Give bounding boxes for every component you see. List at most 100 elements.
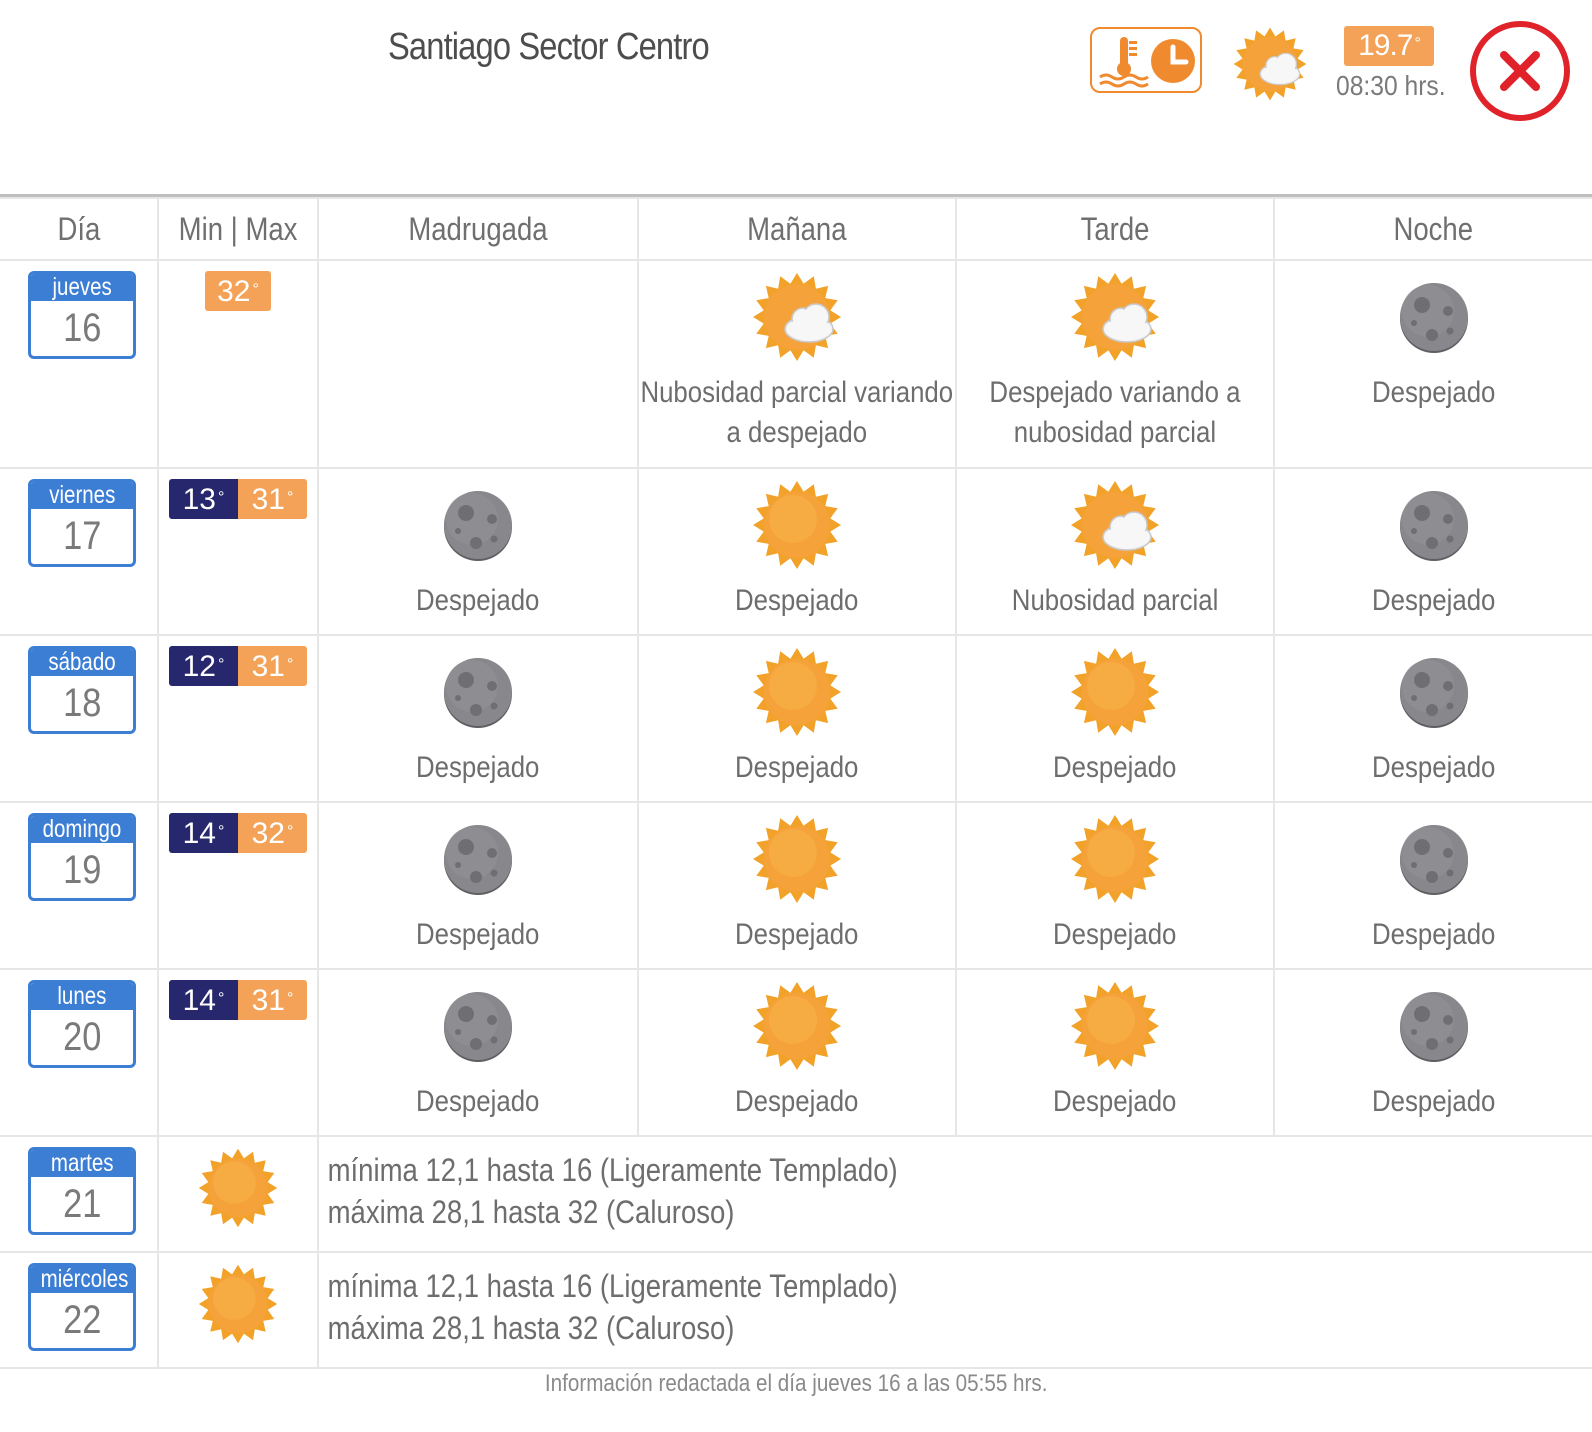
sun-icon	[751, 813, 843, 905]
min-max-temps: 14 ° 32 °	[169, 813, 307, 853]
calendar-day-number: 17	[62, 514, 102, 558]
column-header-dia: Día	[0, 197, 159, 261]
condition-text: Despejado	[735, 918, 859, 951]
moon-icon	[432, 479, 524, 571]
calendar-weekday: sábado	[31, 649, 133, 676]
calendar-day-number: 20	[62, 1015, 102, 1059]
minmax-cell: 14 ° 32 °	[157, 801, 319, 970]
range-text: máxima 28,1 hasta 32 (Caluroso)	[327, 1310, 735, 1346]
calendar-badge: sábado 18	[28, 646, 136, 734]
max-temp: 31 °	[238, 980, 307, 1020]
calendar-badge: domingo 19	[28, 813, 136, 901]
period-cell-madrugada: Despejado	[317, 634, 639, 803]
temperature-history-button[interactable]	[1090, 27, 1202, 93]
sun-icon	[1069, 813, 1161, 905]
condition-text: Despejado	[735, 1085, 859, 1118]
forecast-row: domingo 19 14 ° 32 ° Despejado Despejado Despeja…	[0, 801, 1592, 970]
close-icon	[1500, 51, 1540, 91]
period-cell-manana: Despejado	[637, 801, 957, 970]
condition-text: Despejado	[416, 918, 540, 951]
calendar-weekday: miércoles	[31, 1266, 133, 1293]
period-cell-madrugada: Despejado	[317, 801, 639, 970]
period-cell-tarde: Despejado	[955, 968, 1275, 1137]
day-cell: sábado 18	[0, 634, 159, 803]
condition-text: Despejado	[1053, 751, 1177, 784]
partly-cloudy-icon	[1069, 479, 1161, 571]
footer-note: Información redactada el día jueves 16 a…	[544, 1370, 1048, 1397]
period-cell-tarde: Despejado	[955, 634, 1275, 803]
partly-cloudy-icon	[751, 271, 843, 363]
condition-text: Despejado	[1371, 584, 1496, 617]
max-temp: 31 °	[238, 646, 307, 686]
moon-icon	[1388, 813, 1480, 905]
moon-icon	[432, 646, 524, 738]
minmax-cell: 12 ° 31 °	[157, 634, 319, 803]
period-cell-tarde: Despejado	[955, 801, 1275, 970]
day-cell: miércoles 22	[0, 1251, 159, 1369]
condition-text: Nubosidad parcial	[1011, 584, 1219, 617]
period-cell-manana: Despejado	[637, 634, 957, 803]
min-max-temps: 32 °	[169, 271, 307, 311]
sun-icon	[1069, 646, 1161, 738]
moon-icon	[1388, 479, 1480, 571]
condition-text: Despejado variando a nubosidad parcial	[989, 376, 1241, 449]
day-cell: viernes 17	[0, 467, 159, 636]
range-text: mínima 12,1 hasta 16 (Ligeramente Templa…	[327, 1152, 898, 1188]
column-header-manana: Mañana	[637, 197, 957, 261]
sun-icon	[1069, 980, 1161, 1072]
partly-cloudy-icon	[1069, 271, 1161, 363]
period-cell-noche: Despejado	[1273, 467, 1592, 636]
day-cell: jueves 16	[0, 259, 159, 469]
moon-icon	[1388, 271, 1480, 363]
forecast-row: sábado 18 12 ° 31 ° Despejado Despejado Despejad…	[0, 634, 1592, 803]
calendar-day-number: 21	[62, 1182, 102, 1226]
period-cell-noche: Despejado	[1273, 968, 1592, 1137]
period-cell-tarde: Nubosidad parcial	[955, 467, 1275, 636]
moon-icon	[432, 980, 524, 1072]
day-cell: lunes 20	[0, 968, 159, 1137]
condition-text: Despejado	[1053, 918, 1177, 951]
sun-icon	[751, 479, 843, 571]
temperature-range-cell: mínima 12,1 hasta 16 (Ligeramente Templa…	[317, 1135, 1592, 1253]
calendar-weekday: martes	[31, 1150, 133, 1177]
calendar-weekday: lunes	[31, 983, 133, 1010]
period-cell-madrugada	[317, 259, 639, 469]
minmax-cell: 14 ° 31 °	[157, 968, 319, 1137]
moon-icon	[1388, 646, 1480, 738]
max-temp: 32 °	[238, 813, 307, 853]
calendar-badge: martes 21	[28, 1147, 136, 1235]
range-text: máxima 28,1 hasta 32 (Caluroso)	[327, 1194, 735, 1230]
current-time: 08:30 hrs.	[1336, 70, 1446, 101]
condition-text: Despejado	[416, 1085, 540, 1118]
range-text: mínima 12,1 hasta 16 (Ligeramente Templa…	[327, 1268, 898, 1304]
min-temp: 14 °	[169, 813, 238, 853]
current-weather-icon	[1232, 26, 1308, 107]
forecast-table: Día Min | Max Madrugada Mañana Tarde Noc…	[0, 197, 1592, 1369]
close-button[interactable]	[1470, 21, 1570, 121]
day-cell: domingo 19	[0, 801, 159, 970]
calendar-day-number: 19	[62, 848, 102, 892]
period-cell-manana: Despejado	[637, 467, 957, 636]
calendar-badge: viernes 17	[28, 479, 136, 567]
forecast-row: viernes 17 13 ° 31 ° Despejado Despejado Nubosid…	[0, 467, 1592, 636]
period-cell-noche: Despejado	[1273, 634, 1592, 803]
calendar-badge: miércoles 22	[28, 1263, 136, 1351]
minmax-cell: 13 ° 31 °	[157, 467, 319, 636]
moon-icon	[432, 813, 524, 905]
icon-cell	[157, 1135, 319, 1253]
calendar-weekday: domingo	[31, 816, 133, 843]
temperature-range-cell: mínima 12,1 hasta 16 (Ligeramente Templa…	[317, 1251, 1592, 1369]
min-max-temps: 12 ° 31 °	[169, 646, 307, 686]
calendar-badge: lunes 20	[28, 980, 136, 1068]
sun-icon	[751, 980, 843, 1072]
condition-text: Despejado	[735, 751, 859, 784]
condition-text: Despejado	[735, 584, 859, 617]
period-cell-noche: Despejado	[1273, 259, 1592, 469]
min-max-temps: 13 ° 31 °	[169, 479, 307, 519]
day-cell: martes 21	[0, 1135, 159, 1253]
condition-text: Despejado	[1371, 918, 1496, 951]
calendar-day-number: 22	[62, 1298, 102, 1342]
condition-text: Despejado	[416, 751, 540, 784]
minmax-cell: 32 °	[157, 259, 319, 469]
thermometer-clock-icon	[1099, 37, 1195, 88]
